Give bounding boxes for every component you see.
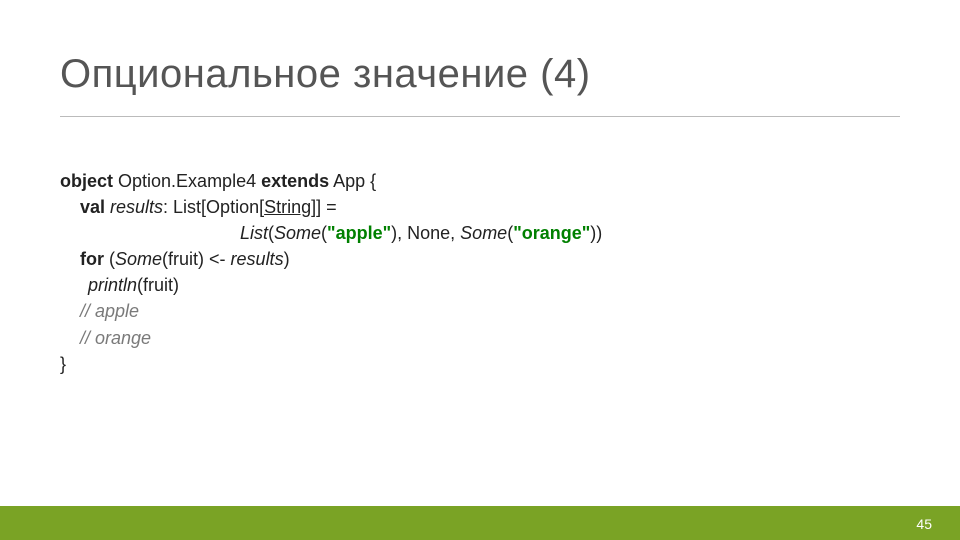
- identifier: println: [88, 275, 137, 295]
- text: (fruit) <-: [162, 249, 231, 269]
- text: )): [590, 223, 602, 243]
- keyword-object: object: [60, 171, 113, 191]
- code-line-1: object Option.Example4 extends App {: [60, 168, 900, 194]
- identifier: Some: [115, 249, 162, 269]
- type-string: String: [264, 197, 311, 217]
- title-divider: [60, 116, 900, 117]
- indent: println(fruit): [60, 272, 179, 298]
- code-line-7: // orange: [60, 325, 900, 351]
- indent: List(Some("apple"), None, Some("orange")…: [60, 220, 602, 246]
- page-number: 45: [916, 516, 932, 532]
- identifier: List: [240, 223, 268, 243]
- code-line-6: // apple: [60, 298, 900, 324]
- text: ): [284, 249, 290, 269]
- code-line-8: }: [60, 351, 900, 377]
- text: ]] =: [311, 197, 337, 217]
- identifier: Some: [460, 223, 507, 243]
- footer-bar: 45: [0, 506, 960, 540]
- text: Option.Example4: [113, 171, 261, 191]
- code-line-4: for (Some(fruit) <- results): [60, 246, 900, 272]
- keyword-val: val: [80, 197, 110, 217]
- code-line-3: List(Some("apple"), None, Some("orange")…: [60, 220, 900, 246]
- string-literal: "orange": [513, 223, 590, 243]
- indent: for (Some(fruit) <- results): [60, 246, 290, 272]
- comment: // apple: [60, 298, 139, 324]
- keyword-for: for: [80, 249, 109, 269]
- code-block: object Option.Example4 extends App { val…: [60, 168, 900, 377]
- slide-title: Опциональное значение (4): [60, 52, 591, 97]
- slide: Опциональное значение (4) object Option.…: [0, 0, 960, 540]
- keyword-extends: extends: [261, 171, 329, 191]
- identifier: Some: [274, 223, 321, 243]
- comment: // orange: [60, 325, 151, 351]
- identifier: results: [110, 197, 163, 217]
- indent: val results: List[Option[String]] =: [60, 194, 337, 220]
- identifier: results: [231, 249, 284, 269]
- code-line-5: println(fruit): [60, 272, 900, 298]
- code-line-2: val results: List[Option[String]] =: [60, 194, 900, 220]
- text: App {: [329, 171, 376, 191]
- text: (fruit): [137, 275, 179, 295]
- text: }: [60, 354, 66, 374]
- text: ), None,: [391, 223, 460, 243]
- string-literal: "apple": [327, 223, 391, 243]
- text: : List[Option[: [163, 197, 264, 217]
